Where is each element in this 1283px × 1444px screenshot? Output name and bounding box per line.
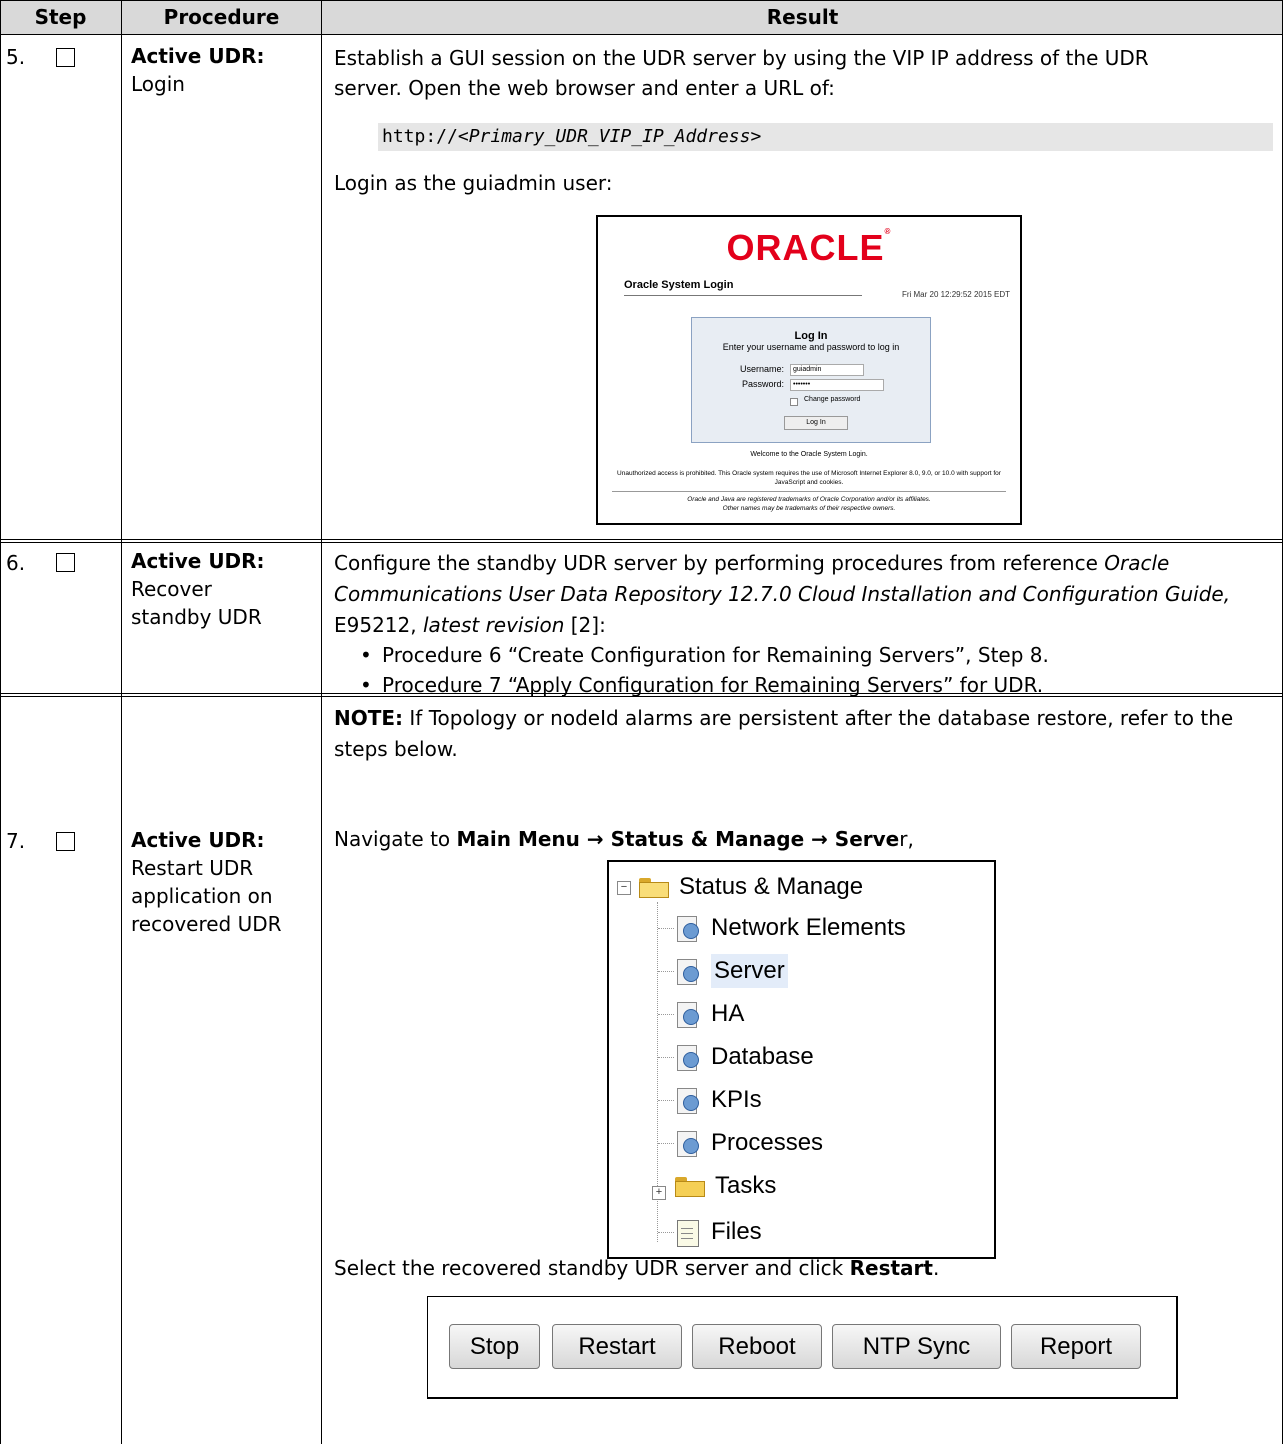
header-result: Result (322, 0, 1283, 35)
result-text: Configure the standby UDR server by perf… (334, 551, 1231, 637)
login-date: Fri Mar 20 12:29:52 2015 EDT (901, 290, 1010, 299)
page-globe-icon (675, 1086, 701, 1114)
tree-item-database[interactable]: Database (675, 1040, 814, 1074)
procedure-cell: Active UDR: Restart UDR application on r… (131, 826, 316, 938)
folder-open-icon (639, 876, 671, 898)
procedure-desc: Recover (131, 577, 212, 601)
page-globe-icon (675, 1129, 701, 1157)
page-globe-icon (675, 1000, 701, 1028)
file-icon (675, 1218, 701, 1247)
stop-button[interactable]: Stop (449, 1324, 540, 1369)
result-line: server. Open the web browser and enter a… (334, 76, 835, 100)
restart-button[interactable]: Restart (552, 1324, 682, 1369)
procedure-cell: Active UDR: Login (131, 42, 316, 98)
tree-item-status-manage[interactable]: Status & Manage (639, 870, 863, 904)
tree-item-server[interactable]: Server (675, 954, 788, 988)
ntp-sync-button[interactable]: NTP Sync (832, 1324, 1001, 1369)
status-manage-tree-screenshot: − Status & Manage Network Elements Serve… (607, 860, 996, 1259)
step-checkbox[interactable] (56, 48, 75, 67)
procedure-title: Active UDR: (131, 549, 265, 573)
header-procedure: Procedure (122, 0, 321, 35)
report-button[interactable]: Report (1011, 1324, 1141, 1369)
expand-icon[interactable]: + (652, 1186, 666, 1200)
login-box-subtitle: Enter your username and password to log … (722, 342, 900, 352)
change-password-label: Change password (804, 396, 861, 403)
result-text: Establish a GUI session on the UDR serve… (334, 43, 1274, 103)
server-action-buttons-screenshot: Stop Restart Reboot NTP Sync Report (427, 1296, 1178, 1399)
bullet-list: • Procedure 6 “Create Configuration for R… (360, 640, 1260, 700)
page-globe-icon (675, 957, 701, 985)
list-item: • Procedure 6 “Create Configuration for R… (360, 643, 1049, 667)
procedure-cell: Active UDR: Recover standby UDR (131, 547, 316, 631)
select-instruction: Select the recovered standby UDR server … (334, 1256, 940, 1280)
login-page-title: Oracle System Login (624, 279, 734, 291)
note-text: NOTE: If Topology or nodeId alarms are p… (334, 706, 1234, 761)
procedure-desc: standby UDR (131, 605, 262, 629)
url-code: http://<Primary_UDR_VIP_IP_Address> (378, 123, 1273, 151)
procedure-desc: recovered UDR (131, 912, 282, 936)
tree-item-files[interactable]: Files (675, 1215, 762, 1249)
page-globe-icon (675, 1043, 701, 1071)
password-field[interactable]: ••••••• (790, 379, 884, 391)
oracle-logo: ORACLE® (726, 227, 892, 268)
login-box-title: Log In (794, 330, 828, 342)
page-globe-icon (675, 914, 701, 942)
step-checkbox[interactable] (56, 553, 75, 572)
reboot-button[interactable]: Reboot (692, 1324, 822, 1369)
login-box: Log In Enter your username and password … (691, 317, 931, 443)
change-password-checkbox[interactable] (790, 398, 798, 406)
header-step: Step (0, 0, 121, 35)
step-checkbox[interactable] (56, 832, 75, 851)
username-label: Username: (740, 364, 785, 374)
tree-item-processes[interactable]: Processes (675, 1126, 823, 1160)
procedure-desc: application on (131, 884, 273, 908)
collapse-icon[interactable]: − (617, 881, 631, 895)
result-line: Establish a GUI session on the UDR serve… (334, 46, 1149, 70)
password-label: Password: (742, 379, 785, 389)
procedure-table: Step Procedure Result 5. Active UDR: Log… (0, 0, 1283, 1444)
tree-item-network-elements[interactable]: Network Elements (675, 911, 906, 945)
folder-icon (675, 1175, 707, 1197)
welcome-text: Welcome to the Oracle System Login. (750, 451, 868, 458)
navigate-text: Navigate to Main Menu → Status & Manage … (334, 827, 914, 851)
step-number: 5. (6, 45, 26, 69)
procedure-desc: Login (131, 72, 185, 96)
step-number: 6. (6, 551, 26, 575)
procedure-desc: Restart UDR (131, 856, 254, 880)
trademark-text: Oracle and Java are registered trademark… (687, 496, 931, 512)
tree-item-ha[interactable]: HA (675, 997, 744, 1031)
login-button[interactable]: Log In (784, 416, 848, 430)
username-field[interactable]: guiadmin (790, 364, 864, 376)
tree-item-tasks[interactable]: Tasks (675, 1169, 776, 1203)
procedure-title: Active UDR: (131, 44, 265, 68)
tree-item-kpis[interactable]: KPIs (675, 1083, 762, 1117)
list-item: • Procedure 7 “Apply Configuration for Re… (360, 673, 1044, 697)
login-instruction: Login as the guiadmin user: (334, 171, 613, 195)
warning-text: Unauthorized access is prohibited. This … (617, 470, 1001, 486)
step-number: 7. (6, 829, 26, 853)
procedure-title: Active UDR: (131, 828, 265, 852)
oracle-login-screenshot: ORACLE® Oracle System Login Fri Mar 20 1… (596, 215, 1022, 525)
